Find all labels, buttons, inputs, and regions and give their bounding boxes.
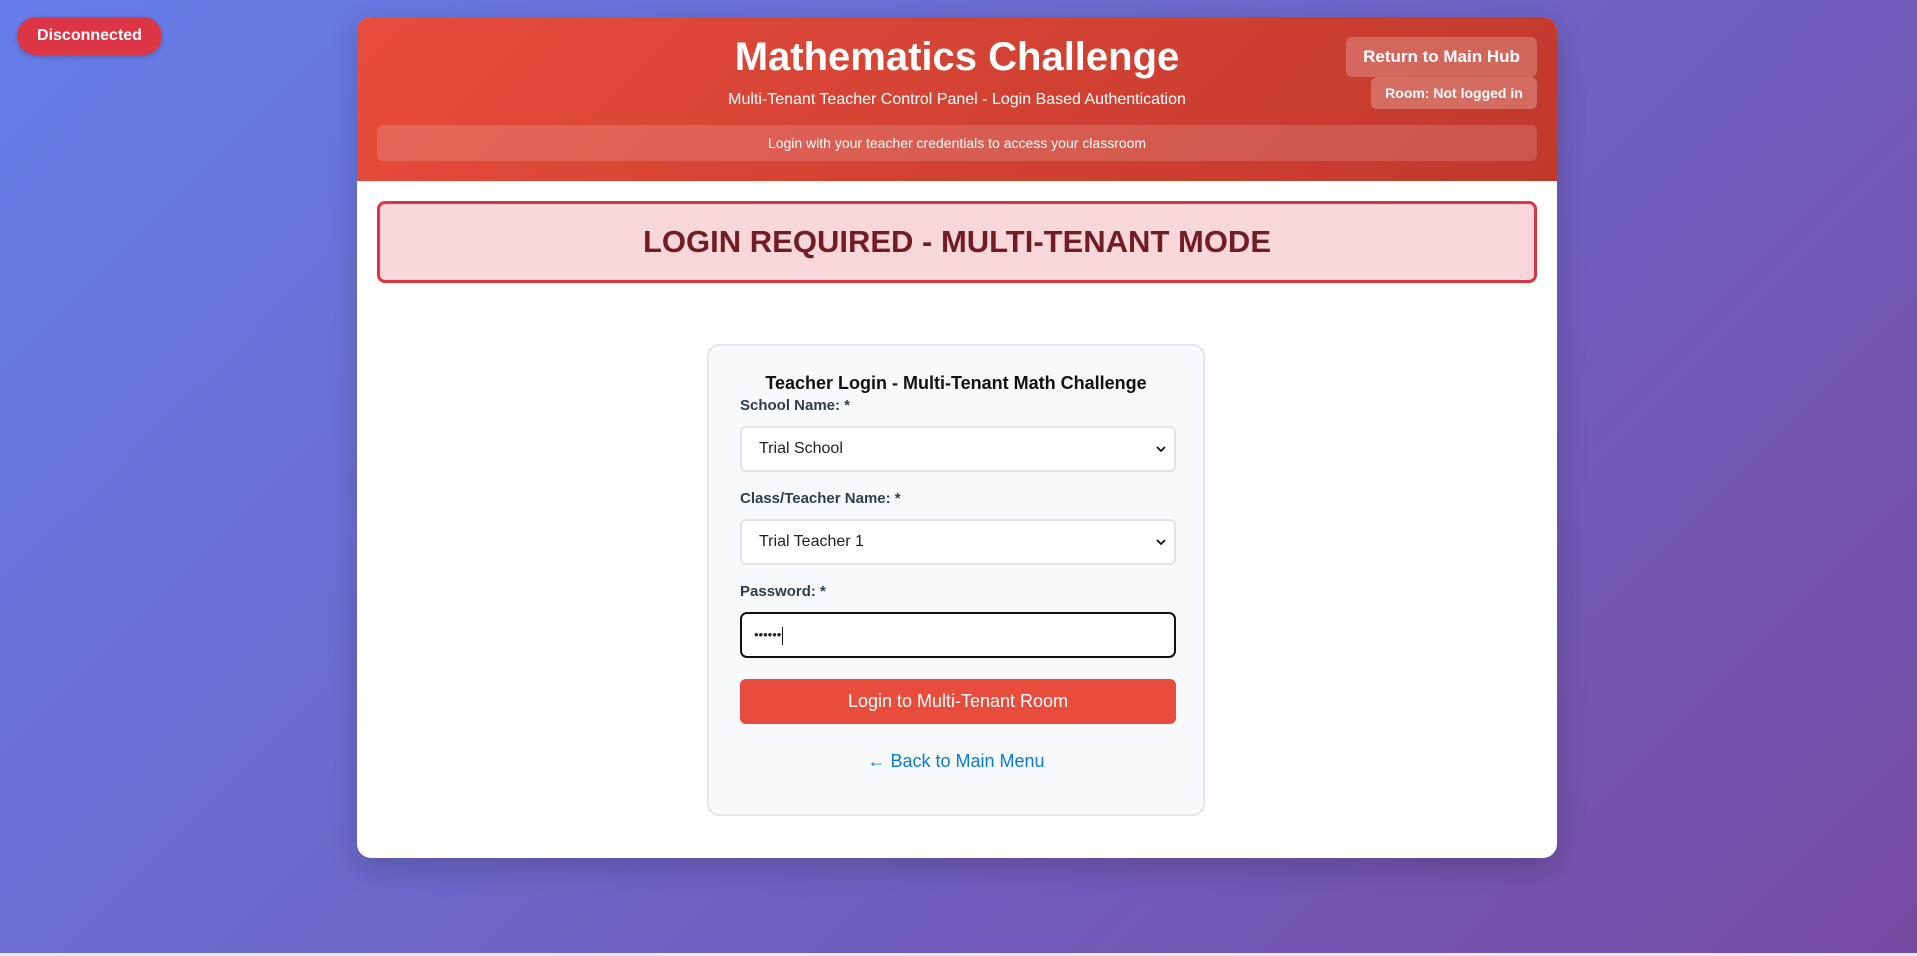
return-to-main-hub-button[interactable]: Return to Main Hub: [1346, 37, 1537, 77]
login-card: Teacher Login - Multi-Tenant Math Challe…: [707, 344, 1205, 816]
password-masked-value: ••••••: [754, 627, 782, 642]
connection-status-badge: Disconnected: [17, 17, 162, 55]
password-label: Password: *: [740, 583, 826, 600]
chevron-down-icon: [1156, 446, 1166, 453]
page-header: Mathematics Challenge Multi-Tenant Teach…: [357, 17, 1557, 181]
school-name-select[interactable]: Trial School: [740, 426, 1176, 472]
back-to-main-menu-link[interactable]: ← Back to Main Menu: [709, 751, 1203, 772]
class-teacher-name-select[interactable]: Trial Teacher 1: [740, 519, 1176, 565]
login-card-title: Teacher Login - Multi-Tenant Math Challe…: [765, 373, 1147, 393]
text-caret: [782, 626, 784, 645]
chevron-down-icon: [1156, 539, 1166, 546]
login-required-alert: LOGIN REQUIRED - MULTI-TENANT MODE: [377, 201, 1537, 283]
main-container: Mathematics Challenge Multi-Tenant Teach…: [357, 17, 1557, 858]
school-name-selected-value: Trial School: [759, 440, 843, 457]
school-name-label: School Name: *: [740, 397, 851, 414]
class-teacher-selected-value: Trial Teacher 1: [759, 533, 864, 550]
password-input[interactable]: ••••••: [740, 612, 1176, 658]
class-teacher-name-label: Class/Teacher Name: *: [740, 490, 901, 507]
info-bar: Login with your teacher credentials to a…: [377, 125, 1537, 161]
room-status-badge: Room: Not logged in: [1371, 77, 1537, 109]
login-submit-button[interactable]: Login to Multi-Tenant Room: [740, 679, 1176, 724]
